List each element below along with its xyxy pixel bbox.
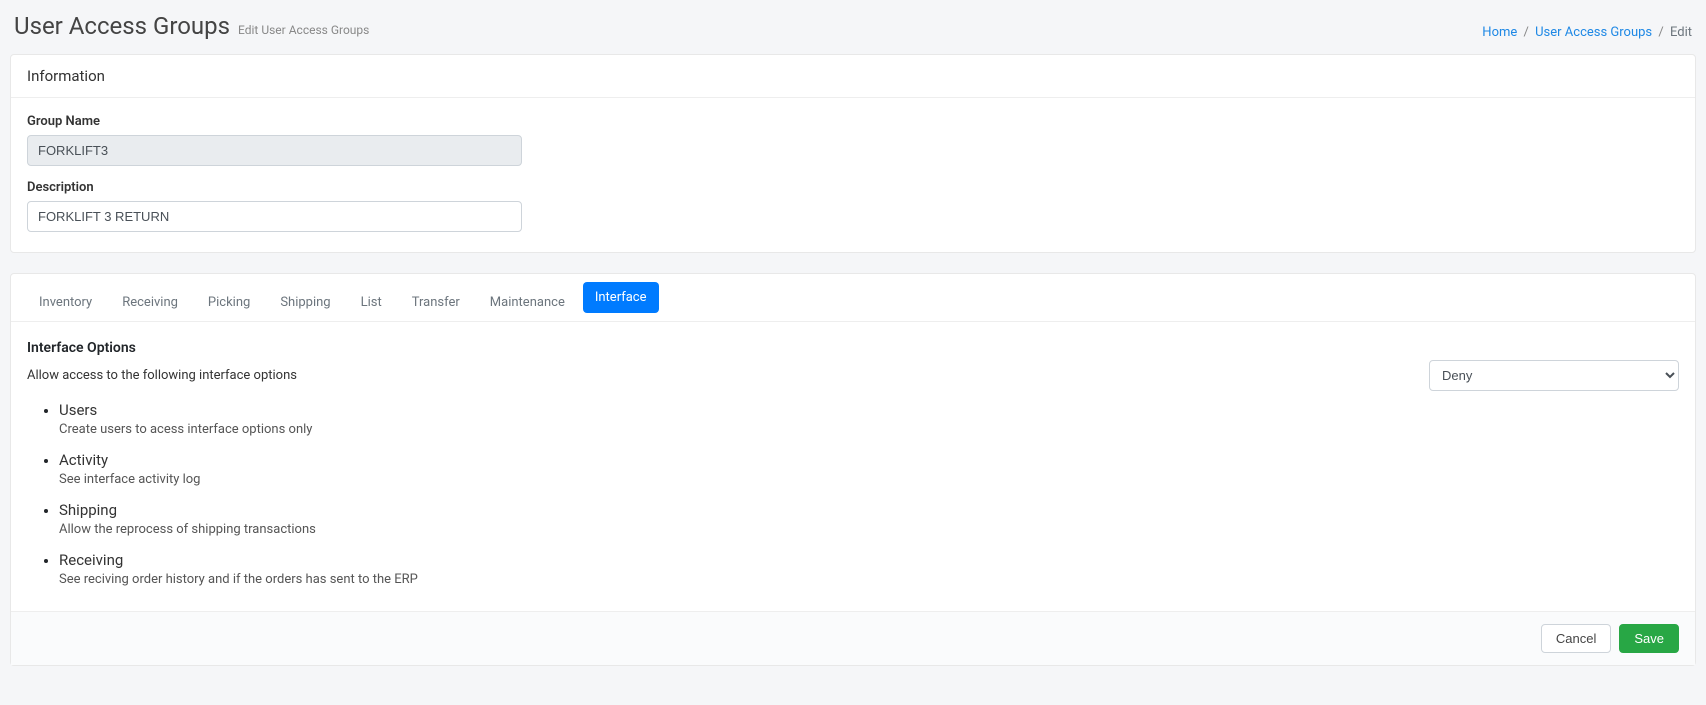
tabs-card: InventoryReceivingPickingShippingListTra… <box>10 273 1696 666</box>
option-title: Users <box>59 401 1679 419</box>
tab-maintenance[interactable]: Maintenance <box>478 287 577 322</box>
interface-section-title: Interface Options <box>27 340 1679 356</box>
tabs-nav: InventoryReceivingPickingShippingListTra… <box>11 274 1695 322</box>
description-input[interactable] <box>27 201 522 232</box>
card-footer: Cancel Save <box>11 611 1695 665</box>
cancel-button[interactable]: Cancel <box>1541 624 1611 653</box>
information-card-header: Information <box>11 55 1695 98</box>
interface-section: Interface Options Allow access to the fo… <box>11 322 1695 611</box>
breadcrumb-user-access-groups[interactable]: User Access Groups <box>1535 25 1652 40</box>
page-subtitle: Edit User Access Groups <box>238 23 369 37</box>
option-title: Shipping <box>59 501 1679 519</box>
list-item: Receiving See reciving order history and … <box>59 551 1679 587</box>
list-item: Users Create users to acess interface opt… <box>59 401 1679 437</box>
group-name-label: Group Name <box>27 114 1679 129</box>
tab-list[interactable]: List <box>349 287 394 322</box>
breadcrumb-sep: / <box>1655 25 1666 40</box>
option-title: Activity <box>59 451 1679 469</box>
option-desc: Create users to acess interface options … <box>59 422 1679 437</box>
tab-inventory[interactable]: Inventory <box>27 287 104 322</box>
breadcrumb: Home / User Access Groups / Edit <box>1482 25 1692 40</box>
save-button[interactable]: Save <box>1619 624 1679 653</box>
option-desc: See reciving order history and if the or… <box>59 572 1679 587</box>
breadcrumb-current: Edit <box>1670 25 1692 40</box>
tab-transfer[interactable]: Transfer <box>400 287 472 322</box>
interface-option-list: Users Create users to acess interface opt… <box>27 401 1679 587</box>
access-select[interactable]: Deny <box>1429 360 1679 391</box>
description-label: Description <box>27 180 1679 195</box>
information-card: Information Group Name Description <box>10 54 1696 253</box>
option-desc: See interface activity log <box>59 472 1679 487</box>
interface-section-desc: Allow access to the following interface … <box>27 368 297 383</box>
option-desc: Allow the reprocess of shipping transact… <box>59 522 1679 537</box>
list-item: Shipping Allow the reprocess of shipping … <box>59 501 1679 537</box>
tab-picking[interactable]: Picking <box>196 287 262 322</box>
page-title: User Access Groups <box>14 12 230 40</box>
tab-interface[interactable]: Interface <box>583 282 659 313</box>
page-header: User Access Groups Edit User Access Grou… <box>10 0 1696 54</box>
tab-shipping[interactable]: Shipping <box>268 287 342 322</box>
group-name-input[interactable] <box>27 135 522 166</box>
breadcrumb-home[interactable]: Home <box>1482 25 1517 40</box>
list-item: Activity See interface activity log <box>59 451 1679 487</box>
tab-receiving[interactable]: Receiving <box>110 287 190 322</box>
breadcrumb-sep: / <box>1521 25 1532 40</box>
option-title: Receiving <box>59 551 1679 569</box>
